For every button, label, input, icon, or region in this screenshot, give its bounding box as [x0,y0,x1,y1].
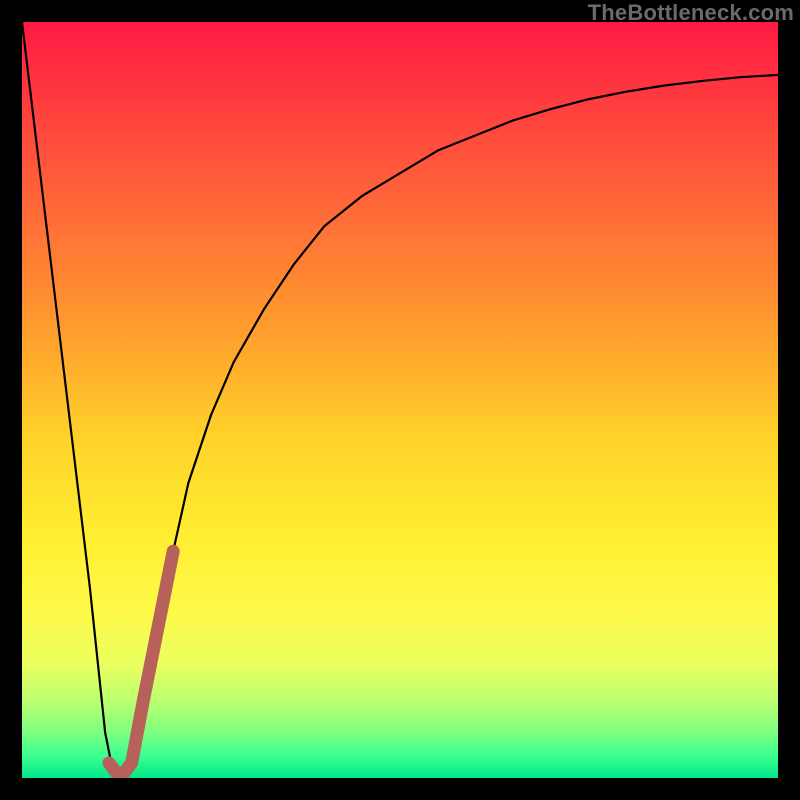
chart-svg [22,22,778,778]
watermark-text: TheBottleneck.com [588,0,794,26]
highlight-segment [109,551,173,778]
chart-frame: TheBottleneck.com [0,0,800,800]
chart-plot-area [22,22,778,778]
bottleneck-curve [22,22,778,778]
